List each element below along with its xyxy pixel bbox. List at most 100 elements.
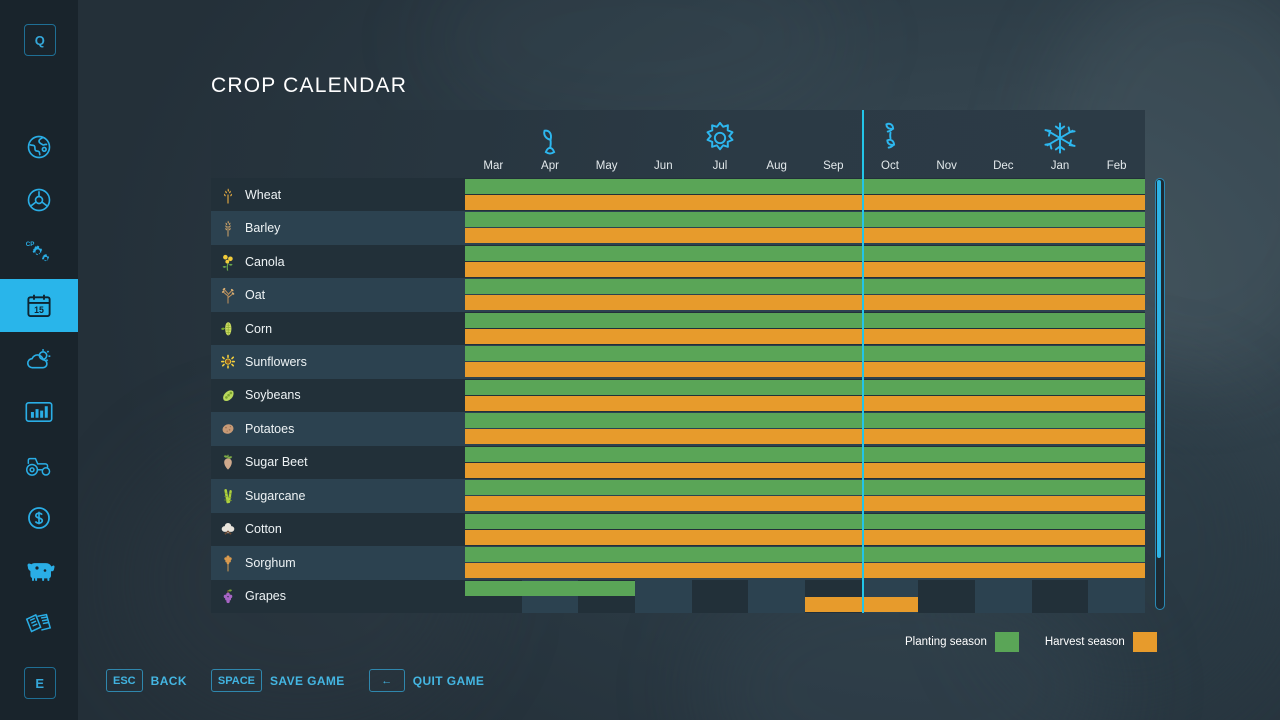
statistics-bar-chart-icon bbox=[24, 399, 54, 425]
crop-name-cell: Grapes bbox=[211, 580, 465, 613]
sidebar-item-statistics-bar-chart[interactable] bbox=[0, 385, 78, 438]
month-label: Oct bbox=[881, 160, 899, 172]
crop-timeline bbox=[465, 479, 1145, 512]
crop-name-label: Canola bbox=[245, 254, 285, 269]
sugarbeet-icon bbox=[217, 451, 239, 473]
sidebar-menu: CP 15 bbox=[0, 120, 78, 650]
crop-timeline bbox=[465, 211, 1145, 244]
key-badge-e-label: E bbox=[35, 675, 45, 691]
canola-icon bbox=[217, 251, 239, 273]
hint-label: QUIT GAME bbox=[412, 673, 485, 688]
sidebar-item-dollar-coin[interactable] bbox=[0, 491, 78, 544]
table-row[interactable]: Potatoes bbox=[211, 412, 1145, 446]
table-row[interactable]: Sorghum bbox=[211, 546, 1145, 580]
crop-name-cell: Cotton bbox=[211, 513, 465, 546]
table-row[interactable]: Cotton bbox=[211, 512, 1145, 547]
sidebar-item-documents-contracts[interactable] bbox=[0, 597, 78, 650]
table-row[interactable]: Sugar Beet bbox=[211, 445, 1145, 480]
crop-name-label: Barley bbox=[245, 221, 281, 236]
sidebar-item-calendar-15[interactable]: 15 bbox=[0, 279, 78, 332]
legend-planting-label: Planting season bbox=[905, 636, 987, 648]
sidebar-item-weather-cloud-sun[interactable] bbox=[0, 332, 78, 385]
harvest-season-bar bbox=[465, 429, 1145, 445]
harvest-season-bar bbox=[465, 496, 1145, 512]
cow-icon bbox=[23, 558, 55, 584]
legend-harvest-label: Harvest season bbox=[1044, 636, 1125, 648]
bottom-hint-bar: ESC BACK SPACE SAVE GAME ← QUIT GAME bbox=[106, 669, 484, 692]
table-row[interactable]: Sunflowers bbox=[211, 345, 1145, 379]
table-row[interactable]: Wheat bbox=[211, 178, 1145, 212]
sidebar-item-cow[interactable] bbox=[0, 544, 78, 597]
harvest-season-bar bbox=[465, 529, 1145, 545]
month-label: Mar bbox=[483, 160, 504, 172]
harvest-season-bar bbox=[465, 395, 1145, 411]
crop-name-cell: Wheat bbox=[211, 178, 465, 211]
documents-contracts-icon bbox=[23, 611, 55, 637]
sidebar-item-globe-map[interactable] bbox=[0, 120, 78, 173]
month-cell bbox=[918, 579, 975, 613]
sidebar: CP 15 bbox=[0, 0, 78, 720]
table-row[interactable]: Soybeans bbox=[211, 378, 1145, 413]
harvest-season-bar bbox=[465, 261, 1145, 277]
sugarcane-icon bbox=[217, 485, 239, 507]
crop-name-cell: Canola bbox=[211, 245, 465, 278]
sorghum-icon bbox=[217, 552, 239, 574]
harvest-season-bar bbox=[465, 563, 1145, 579]
crop-name-cell: Potatoes bbox=[211, 412, 465, 445]
crop-timeline bbox=[465, 345, 1145, 378]
planting-season-bar bbox=[465, 580, 635, 596]
table-row[interactable]: Canola bbox=[211, 244, 1145, 279]
calendar-header: Mar Apr May Jun Jul Aug Sep Oct Nov Dec Jan Feb bbox=[211, 110, 1145, 178]
key-badge-q[interactable]: Q bbox=[24, 24, 56, 56]
hint-key-badge: ← bbox=[368, 669, 405, 692]
table-row[interactable]: Corn bbox=[211, 311, 1145, 346]
sidebar-item-courseplay-gears[interactable]: CP bbox=[0, 226, 78, 279]
crop-rows: Wheat Barley Canola Oat Corn Sunflowers Soybea… bbox=[211, 178, 1145, 613]
table-row[interactable]: Oat bbox=[211, 278, 1145, 312]
month-label: Feb bbox=[1106, 160, 1127, 172]
month-label: Aug bbox=[766, 160, 787, 172]
vertical-scrollbar[interactable] bbox=[1155, 178, 1165, 610]
crop-name-label: Wheat bbox=[245, 187, 282, 202]
barley-icon bbox=[217, 217, 239, 239]
snowflake-icon bbox=[1038, 116, 1082, 160]
grapes-icon bbox=[217, 585, 239, 607]
crop-name-label: Soybeans bbox=[245, 388, 301, 403]
table-row[interactable]: Grapes bbox=[211, 579, 1145, 613]
planting-season-bar bbox=[465, 312, 1145, 328]
table-row[interactable]: Barley bbox=[211, 211, 1145, 245]
harvest-season-bar bbox=[465, 462, 1145, 478]
courseplay-gears-icon: CP bbox=[24, 238, 54, 268]
harvest-season-bar bbox=[465, 362, 1145, 378]
soybean-icon bbox=[217, 384, 239, 406]
table-row[interactable]: Sugarcane bbox=[211, 479, 1145, 513]
month-cell bbox=[635, 579, 692, 613]
steering-wheel-icon bbox=[25, 186, 53, 214]
crop-timeline bbox=[465, 312, 1145, 345]
month-label: May bbox=[595, 160, 618, 172]
month-cell bbox=[975, 579, 1032, 613]
crop-timeline bbox=[465, 412, 1145, 445]
harvest-season-bar bbox=[465, 195, 1145, 210]
calendar-15-icon: 15 bbox=[24, 291, 54, 321]
hint-back[interactable]: ESC BACK bbox=[106, 669, 187, 692]
sidebar-item-steering-wheel[interactable] bbox=[0, 173, 78, 226]
month-label: Jun bbox=[654, 160, 673, 172]
crop-name-label: Sunflowers bbox=[245, 355, 307, 370]
hint-save-game[interactable]: SPACE SAVE GAME bbox=[210, 669, 345, 692]
falling-leaves-icon bbox=[868, 116, 912, 160]
svg-text:15: 15 bbox=[34, 305, 44, 315]
season-icon-row bbox=[465, 116, 1145, 160]
planting-season-bar bbox=[465, 212, 1145, 228]
globe-map-icon bbox=[25, 133, 53, 161]
key-badge-e[interactable]: E bbox=[24, 667, 56, 699]
sun-icon bbox=[698, 116, 742, 160]
sidebar-item-tractor[interactable] bbox=[0, 438, 78, 491]
month-cell bbox=[691, 579, 749, 613]
month-label: Nov bbox=[936, 160, 957, 172]
hint-quit-game[interactable]: ← QUIT GAME bbox=[368, 669, 485, 692]
corn-icon bbox=[217, 318, 239, 340]
crop-name-cell: Sorghum bbox=[211, 546, 465, 579]
crop-name-cell: Sugar Beet bbox=[211, 446, 465, 479]
scrollbar-thumb[interactable] bbox=[1157, 180, 1161, 559]
